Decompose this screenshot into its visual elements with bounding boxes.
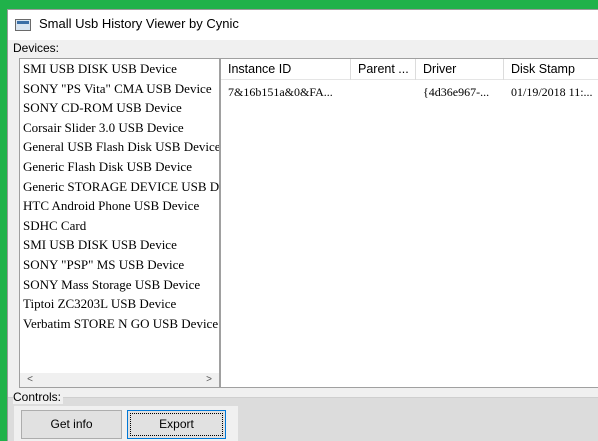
cell-driver: {4d36e967-...	[423, 85, 490, 99]
device-list-item[interactable]: HTC Android Phone USB Device	[20, 196, 219, 216]
device-list-item[interactable]: Tiptoi ZC3203L USB Device	[20, 294, 219, 314]
scroll-left-arrow-icon[interactable]: <	[22, 373, 38, 387]
app-window: Small Usb History Viewer by Cynic Device…	[7, 9, 598, 441]
device-list-item[interactable]: SONY "PS Vita" CMA USB Device	[20, 79, 219, 99]
cell-instance-id: 7&16b151a&0&FA...	[228, 85, 333, 99]
column-header-driver[interactable]: Driver	[416, 59, 504, 80]
column-header-parent[interactable]: Parent ...	[351, 59, 416, 80]
device-list-item[interactable]: SDHC Card	[20, 216, 219, 236]
device-list-item[interactable]: SONY Mass Storage USB Device	[20, 275, 219, 295]
device-list-horizontal-scrollbar[interactable]: < >	[20, 373, 219, 387]
get-info-button[interactable]: Get info	[21, 410, 122, 439]
scroll-right-arrow-icon[interactable]: >	[201, 373, 217, 387]
device-details-table[interactable]: Instance ID Parent ... Driver Disk Stamp…	[220, 58, 598, 388]
device-list-item[interactable]: Verbatim STORE N GO USB Device	[20, 314, 219, 334]
devices-group-label: Devices:	[13, 41, 62, 55]
device-list-item[interactable]: Generic STORAGE DEVICE USB Device	[20, 177, 219, 197]
table-header-row: Instance ID Parent ... Driver Disk Stamp	[221, 59, 598, 80]
column-header-disk-stamp[interactable]: Disk Stamp	[504, 59, 598, 80]
export-button[interactable]: Export	[127, 410, 226, 439]
device-list-item[interactable]: Generic Flash Disk USB Device	[20, 157, 219, 177]
device-list-item[interactable]: General USB Flash Disk USB Device	[20, 137, 219, 157]
title-bar[interactable]: Small Usb History Viewer by Cynic	[8, 10, 598, 40]
device-list[interactable]: SMI USB DISK USB Device SONY "PS Vita" C…	[19, 58, 220, 388]
device-list-item[interactable]: SONY "PSP" MS USB Device	[20, 255, 219, 275]
table-row[interactable]: 7&16b151a&0&FA... {4d36e967-... 01/19/20…	[221, 82, 598, 102]
controls-group-label: Controls:	[13, 390, 64, 404]
app-window-icon	[15, 19, 31, 31]
device-list-item[interactable]: Corsair Slider 3.0 USB Device	[20, 118, 219, 138]
device-list-item[interactable]: SMI USB DISK USB Device	[20, 59, 219, 79]
window-title: Small Usb History Viewer by Cynic	[39, 16, 239, 31]
cell-parent	[351, 82, 416, 102]
column-header-instance-id[interactable]: Instance ID	[221, 59, 351, 80]
device-list-item[interactable]: SONY CD-ROM USB Device	[20, 98, 219, 118]
cell-disk-stamp: 01/19/2018 11:...	[511, 85, 593, 99]
device-list-item[interactable]: SMI USB DISK USB Device	[20, 235, 219, 255]
